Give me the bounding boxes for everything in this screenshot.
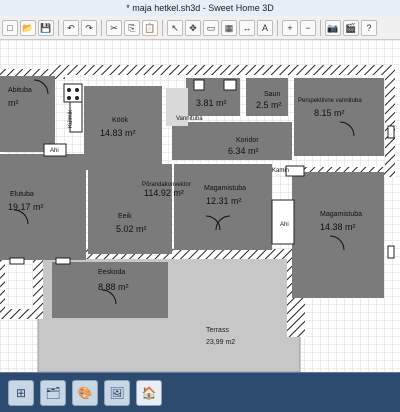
stove[interactable] — [63, 83, 83, 103]
room-area: 114.92 m² — [144, 188, 184, 198]
wall-icon[interactable]: ▭ — [203, 19, 219, 36]
fixture-label: Ahi — [50, 148, 59, 154]
room-area: 5.02 m² — [116, 224, 147, 234]
room-area: 8.15 m² — [314, 108, 345, 118]
video-icon[interactable]: 🎬 — [343, 19, 359, 36]
room-label: Perspektiivne vannituba — [298, 98, 362, 104]
copy-icon[interactable]: ⎘ — [124, 19, 140, 36]
toolbar-separator — [58, 19, 59, 36]
floor-plan[interactable]: Abituba m² Köök 14.83 m² Elutuba 19.17 m… — [0, 40, 400, 372]
window[interactable] — [387, 125, 395, 139]
cut-icon[interactable]: ✂ — [106, 19, 122, 36]
window[interactable] — [55, 257, 71, 265]
new-icon[interactable]: □ — [2, 19, 18, 36]
zoom-out-icon[interactable]: − — [300, 19, 316, 36]
save-icon[interactable]: 💾 — [38, 19, 54, 36]
open-icon[interactable]: 📂 — [20, 19, 36, 36]
stove-burner — [75, 96, 79, 100]
camera-icon[interactable]: 📷 — [325, 19, 341, 36]
room-label: Magamistuba — [320, 211, 362, 218]
room-label: Terrass — [206, 327, 229, 334]
paste-icon[interactable]: 📋 — [142, 19, 158, 36]
pan-icon[interactable]: ✥ — [185, 19, 201, 36]
toolbar-separator — [101, 19, 102, 36]
dimension-icon[interactable]: ↔ — [239, 19, 255, 36]
stove-burner — [67, 88, 71, 92]
room-label: Eeskoda — [98, 269, 125, 276]
window[interactable] — [387, 245, 395, 259]
main-toolbar: □ 📂 💾 ↶ ↷ ✂ ⎘ 📋 ↖ ✥ ▭ ▦ ↔ A + − 📷 🎬 ? — [0, 16, 400, 40]
room-area: 14.38 m² — [320, 222, 356, 232]
window-title-bar: * maja hetkel.sh3d - Sweet Home 3D — [0, 0, 400, 17]
fixture-label: Kamin — [272, 168, 289, 174]
start-icon[interactable]: ⊞ — [8, 379, 34, 406]
room-label: Koridor — [236, 137, 259, 144]
text-icon[interactable]: A — [257, 19, 273, 36]
room-label: Eeik — [118, 213, 132, 220]
room-label: Köök — [112, 117, 128, 124]
window-title: * maja hetkel.sh3d - Sweet Home 3D — [126, 3, 274, 13]
window[interactable] — [9, 257, 25, 265]
sweet-home-3d-icon[interactable]: 🏠 — [136, 379, 162, 406]
undo-icon[interactable]: ↶ — [63, 19, 79, 36]
room-magamistuba-2[interactable] — [292, 172, 384, 298]
help-icon[interactable]: ? — [361, 19, 377, 36]
toolbar-separator — [162, 19, 163, 36]
zoom-in-icon[interactable]: + — [282, 19, 298, 36]
room-area: m² — [8, 98, 19, 108]
paint-icon[interactable]: 🎨 — [72, 379, 98, 406]
file-explorer-icon[interactable]: 🗂 — [40, 379, 66, 406]
room-magamistuba-1[interactable] — [174, 164, 272, 250]
toolbar-separator — [277, 19, 278, 36]
room-area: 12.31 m² — [206, 196, 242, 206]
sink[interactable] — [223, 79, 237, 91]
room-area: 8.88 m² — [98, 282, 129, 292]
fixture-label: Külmik — [68, 109, 74, 128]
room-label: Abituba — [8, 87, 32, 94]
room-area: 19.17 m² — [8, 202, 44, 212]
fixture-label: Ahi — [280, 222, 289, 228]
select-icon[interactable]: ↖ — [167, 19, 183, 36]
stove-burner — [75, 88, 79, 92]
room-label: Saun — [264, 91, 280, 98]
room-area: 23,99 m2 — [206, 339, 235, 346]
redo-icon[interactable]: ↷ — [81, 19, 97, 36]
room-label: Vannituba — [176, 116, 203, 122]
pictures-icon[interactable]: 🖼 — [104, 379, 130, 406]
room-area: 6.34 m² — [228, 146, 259, 156]
plan-canvas[interactable]: Abituba m² Köök 14.83 m² Elutuba 19.17 m… — [0, 40, 400, 372]
toolbar-separator — [320, 19, 321, 36]
room-icon[interactable]: ▦ — [221, 19, 237, 36]
room-area: 2.5 m² — [256, 100, 282, 110]
stove-burner — [67, 96, 71, 100]
room-area: 14.83 m² — [100, 128, 136, 138]
room-area: 3.81 m² — [196, 98, 227, 108]
room-label: Magamistuba — [204, 185, 246, 192]
taskbar: ⊞ 🗂 🎨 🖼 🏠 — [0, 372, 400, 412]
toilet[interactable] — [193, 79, 205, 91]
room-label: Elutuba — [10, 191, 34, 198]
